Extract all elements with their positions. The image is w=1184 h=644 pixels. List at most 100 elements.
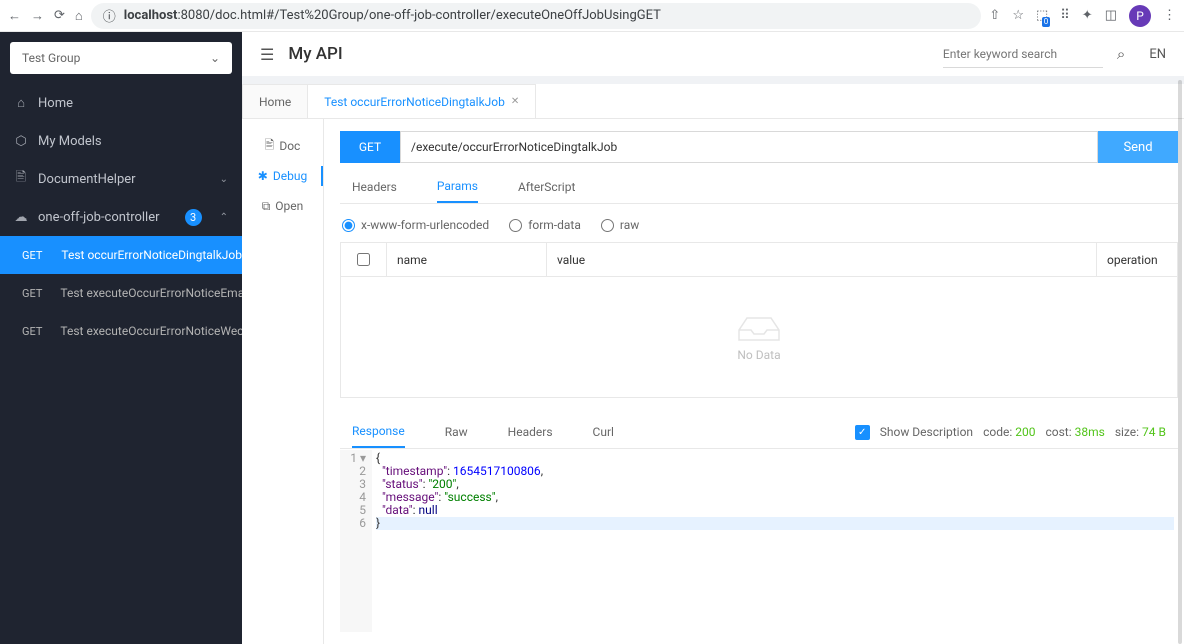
cost-value: 38ms [1075,425,1105,439]
radio-formdata[interactable]: form-data [509,218,581,232]
doc-icon: 🖹 [14,168,28,190]
endpoint-label: Test executeOccurErrorNoticeEmailJob [60,286,242,300]
col-name: name [387,243,547,276]
cloud-icon: ☁ [14,210,28,225]
method-label: GET [22,287,42,300]
header: ☰ My API ⌕ EN [242,32,1184,76]
mode-doc[interactable]: 🖹 Doc [242,131,323,161]
col-operation: operation [1097,243,1177,276]
tab-endpoint[interactable]: Test occurErrorNoticeDingtalkJob ✕ [307,84,536,118]
search-icon[interactable]: ⌕ [1117,45,1125,63]
star-icon[interactable]: ☆ [1012,8,1024,23]
empty-label: No Data [737,348,780,362]
radio-urlencoded[interactable]: x-www-form-urlencoded [342,218,489,232]
endpoint-item[interactable]: GET Test occurErrorNoticeDingtalkJob [0,236,242,274]
apps-icon[interactable]: ◫ [1105,8,1117,23]
chevron-down-icon: ⌄ [210,51,220,65]
chevron-up-icon: ⌃ [220,212,228,223]
tab-label: Test occurErrorNoticeDingtalkJob [324,95,505,109]
search-input[interactable] [943,40,1103,68]
info-icon: ⓘ [103,6,116,25]
url-host: localhost [124,8,178,23]
endpoint-label: Test executeOccurErrorNoticeWechatJob [60,324,242,338]
reload-icon[interactable]: ⟳ [54,8,65,24]
sidebar-item-label: DocumentHelper [38,172,136,187]
extension-icon[interactable]: ⬚0 [1036,8,1048,23]
tab-headers[interactable]: Headers [352,171,397,203]
tab-label: Home [259,95,291,109]
send-button[interactable]: Send [1098,131,1178,163]
endpoint-item[interactable]: GET Test executeOccurErrorNoticeWechatJo… [0,312,242,350]
page-title: My API [288,44,929,64]
http-method[interactable]: GET [340,131,400,163]
sidebar-item-label: My Models [38,134,102,149]
checkbox-icon[interactable]: ✓ [855,425,870,440]
home-icon[interactable]: ⌂ [75,8,83,24]
tab-response[interactable]: Response [352,416,405,448]
bug-icon: ✱ [258,169,268,183]
response-body[interactable]: { "timestamp": 1654517100806, "status": … [372,450,1178,632]
scrollbar[interactable] [1178,119,1182,644]
response-tabs: Response Raw Headers Curl ✓ Show Descrip… [340,416,1178,449]
mode-debug[interactable]: ✱ Debug [242,161,323,191]
tab-raw[interactable]: Raw [445,416,468,448]
group-label: Test Group [22,51,80,65]
endpoint-item[interactable]: GET Test executeOccurErrorNoticeEmailJob [0,274,242,312]
request-panel: GET Send Headers Params AfterScript x-ww… [324,119,1184,644]
sidebar-item-label: Home [38,96,73,111]
back-icon[interactable]: ← [8,8,21,24]
show-desc-label[interactable]: Show Description [880,425,973,439]
address-bar[interactable]: ⓘ localhost:8080/doc.html#/Test%20Group/… [91,3,982,29]
sidebar-item-home[interactable]: ⌂ Home [0,84,242,122]
radio-raw[interactable]: raw [601,218,639,232]
home-icon: ⌂ [14,95,28,111]
sidebar-item-models[interactable]: ⬡ My Models [0,122,242,160]
status-code: 200 [1015,425,1035,439]
main-panel: ☰ My API ⌕ EN Home Test occurErrorNotice… [242,32,1184,644]
endpoint-label: Test occurErrorNoticeDingtalkJob [61,248,242,262]
sidebar-item-dochelper[interactable]: 🖹 DocumentHelper ⌄ [0,160,242,198]
doc-icon: 🖹 [265,136,275,157]
method-label: GET [22,249,43,262]
chevron-down-icon: ⌄ [220,174,228,185]
language-toggle[interactable]: EN [1149,47,1166,62]
tab-curl[interactable]: Curl [593,416,614,448]
document-tabs: Home Test occurErrorNoticeDingtalkJob ✕ [242,84,1184,119]
method-label: GET [22,325,42,338]
translate-icon[interactable]: ⠿ [1060,8,1070,23]
params-table: name value operation No Data [340,242,1178,398]
puzzle-icon[interactable]: ✦ [1082,8,1093,23]
avatar[interactable]: P [1129,5,1151,27]
mode-label: Doc [279,139,300,153]
mode-panel: 🖹 Doc ✱ Debug ⧉ Open [242,119,324,644]
request-tabs: Headers Params AfterScript [340,171,1178,204]
response-editor[interactable]: 1 ▾23456 { "timestamp": 1654517100806, "… [340,450,1178,632]
divider [242,76,1184,84]
inbox-icon [737,312,781,342]
url-bar: GET Send [340,131,1178,163]
url-input[interactable] [400,131,1098,163]
sidebar: Test Group ⌄ ⌂ Home ⬡ My Models 🖹 Docume… [0,32,242,644]
url-path: :8080/doc.html#/Test%20Group/one-off-job… [177,8,660,23]
mode-open[interactable]: ⧉ Open [242,191,323,221]
open-icon: ⧉ [262,199,271,214]
select-all-checkbox[interactable] [357,253,370,266]
count-badge: 3 [185,209,202,226]
sidebar-item-controller[interactable]: ☁ one-off-job-controller 3 ⌃ [0,198,242,236]
tab-home[interactable]: Home [242,84,308,118]
col-value: value [547,243,1097,276]
close-icon[interactable]: ✕ [511,96,519,107]
tab-resp-headers[interactable]: Headers [508,416,553,448]
group-selector[interactable]: Test Group ⌄ [10,42,232,74]
menu-icon[interactable]: ⋮ [1163,8,1176,23]
share-icon[interactable]: ⇧ [989,8,1000,23]
line-gutter: 1 ▾23456 [340,450,372,632]
mode-label: Debug [273,169,307,183]
mode-label: Open [275,199,303,213]
tab-params[interactable]: Params [437,171,478,203]
forward-icon[interactable]: → [31,8,44,24]
browser-chrome: ← → ⟳ ⌂ ⓘ localhost:8080/doc.html#/Test%… [0,0,1184,32]
collapse-icon[interactable]: ☰ [260,45,274,64]
response-meta: ✓ Show Description code: 200 cost: 38ms … [855,425,1166,440]
tab-afterscript[interactable]: AfterScript [518,171,575,203]
